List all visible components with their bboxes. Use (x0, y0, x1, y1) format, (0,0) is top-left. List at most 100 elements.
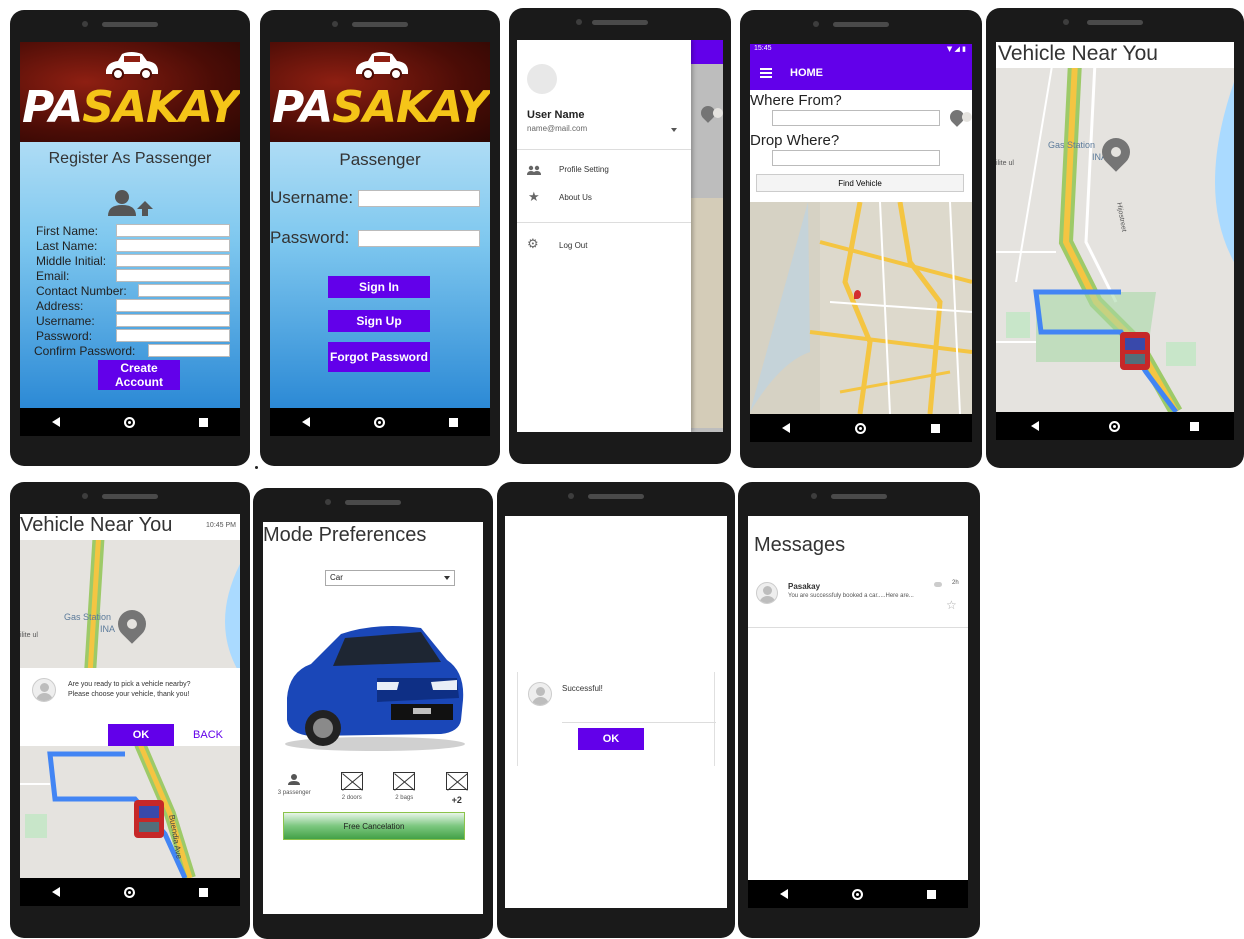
route-map[interactable]: Gas Station INA ilite ul Hijostreet (996, 42, 1234, 412)
pasakay-logo: PASAKAY (270, 42, 490, 142)
back-button[interactable]: BACK (186, 724, 230, 746)
form-row: Contact Number: (20, 284, 240, 299)
dialog-message-1: Are you ready to pick a vehicle nearby? (68, 681, 191, 688)
drawer-item-label: About Us (559, 193, 592, 202)
home-icon[interactable] (124, 886, 135, 898)
home-icon[interactable] (852, 888, 863, 900)
field-input[interactable] (138, 284, 230, 297)
app-bar: HOME (750, 56, 972, 90)
success-message: Successful! (562, 684, 603, 693)
map-roads (750, 202, 972, 414)
field-input[interactable] (116, 224, 230, 237)
menu-icon[interactable] (760, 68, 772, 78)
back-icon[interactable] (1031, 421, 1039, 431)
near-screen: Gas Station INA ilite ul Hijostreet Vehi… (996, 42, 1234, 440)
home-icon[interactable] (124, 416, 135, 428)
find-vehicle-button[interactable]: Find Vehicle (756, 174, 964, 192)
phone-home: 15:45 ▼ ◢ ▮ HOME Where From? Drop Where?… (740, 10, 982, 468)
create-account-button[interactable]: Create Account (98, 360, 180, 390)
feature-label: 2 doors (341, 795, 362, 801)
recents-icon[interactable] (1190, 421, 1199, 431)
back-icon[interactable] (52, 417, 60, 427)
field-input[interactable] (116, 254, 230, 267)
stray-dot (255, 466, 258, 469)
chevron-down-icon (444, 576, 450, 580)
star-icon: ★ (528, 190, 540, 205)
location-pin-icon (698, 103, 718, 123)
ilite-label: ilite ul (996, 160, 1014, 167)
where-from-input[interactable] (772, 110, 940, 126)
person-icon (288, 774, 301, 785)
nav-bar (996, 412, 1234, 440)
dropdown-arrow-icon[interactable] (671, 128, 677, 132)
field-input[interactable] (116, 269, 230, 282)
gas-station-label: Gas Station (64, 612, 112, 622)
status-bar: 15:45 ▼ ◢ ▮ (750, 44, 972, 56)
logo-rest: SAKAY (332, 82, 489, 133)
vehicle-type-select[interactable]: Car (325, 570, 455, 586)
drawer-item-profile[interactable]: Profile Setting (517, 160, 691, 182)
forgot-password-button[interactable]: Forgot Password (328, 342, 430, 372)
star-outline-icon[interactable]: ☆ (946, 598, 957, 612)
where-from-label: Where From? (750, 92, 842, 109)
home-icon[interactable] (1109, 420, 1120, 432)
username-label: Username: (270, 188, 354, 207)
page-title: Mode Preferences (263, 524, 427, 546)
sign-in-button[interactable]: Sign In (328, 276, 430, 298)
back-icon[interactable] (780, 889, 788, 899)
field-label: Address: (36, 299, 84, 313)
message-item[interactable]: Pasakay You are successfuly booked a car… (748, 576, 968, 628)
status-time: 15:45 (754, 45, 772, 52)
home-icon[interactable] (374, 416, 385, 428)
back-icon[interactable] (782, 423, 791, 433)
confirm-dialog: Are you ready to pick a vehicle nearby? … (20, 668, 240, 746)
form-row: Username: (20, 314, 240, 329)
image-placeholder-icon (445, 772, 468, 790)
recents-icon[interactable] (927, 889, 936, 899)
gear-icon: ⚙ (527, 237, 539, 252)
app-title: HOME (790, 67, 823, 79)
ok-button[interactable]: OK (578, 728, 644, 750)
feature-label: +2 (451, 795, 462, 805)
drawer-item-logout[interactable]: ⚙ Log Out (517, 236, 691, 258)
back-icon[interactable] (52, 887, 60, 897)
free-cancelation-button[interactable]: Free Cancelation (283, 812, 465, 840)
success-screen: Successful! OK (505, 516, 727, 908)
username-input[interactable] (358, 190, 480, 207)
city-map[interactable] (750, 202, 972, 414)
vehicle-marker[interactable] (1120, 332, 1150, 370)
back-icon[interactable] (302, 417, 310, 427)
field-input[interactable] (116, 329, 230, 342)
map-roads (996, 42, 1234, 412)
ilite-label: ilite ul (20, 632, 38, 639)
dialog-divider (562, 722, 716, 723)
recents-icon[interactable] (199, 887, 208, 897)
car-photo (285, 626, 465, 751)
home-icon[interactable] (854, 422, 866, 434)
password-input[interactable] (358, 230, 480, 247)
sign-up-button[interactable]: Sign Up (328, 310, 430, 332)
login-screen: PASAKAY Passenger Username: Password: Si… (270, 42, 490, 436)
mockup-collage: PASAKAY Register As Passenger First Name… (0, 0, 1244, 939)
field-label: Contact Number: (36, 284, 127, 298)
field-input[interactable] (116, 299, 230, 312)
field-input[interactable] (148, 344, 230, 357)
ok-button[interactable]: OK (108, 724, 174, 746)
near-dialog-screen: Gas Station INA ilite ul Buendia Ave Veh… (20, 514, 240, 906)
vehicle-marker[interactable] (134, 800, 164, 838)
select-value: Car (330, 573, 343, 582)
drop-where-input[interactable] (772, 150, 940, 166)
location-pin-icon[interactable] (947, 107, 967, 127)
page-title: Vehicle Near You (20, 514, 173, 536)
phone-near: Gas Station INA ilite ul Hijostreet Vehi… (986, 8, 1244, 468)
status-time: 10:45 PM (206, 522, 236, 529)
recents-icon[interactable] (199, 417, 208, 427)
recents-icon[interactable] (449, 417, 458, 427)
field-input[interactable] (116, 239, 230, 252)
phone-success: Successful! OK (497, 482, 735, 938)
red-marker-icon (854, 290, 861, 299)
recents-icon[interactable] (930, 423, 940, 433)
drawer-item-about[interactable]: ★ About Us (517, 188, 691, 210)
feature-row: 3 passenger 2 doors 2 bags +2 (263, 772, 483, 805)
field-input[interactable] (116, 314, 230, 327)
